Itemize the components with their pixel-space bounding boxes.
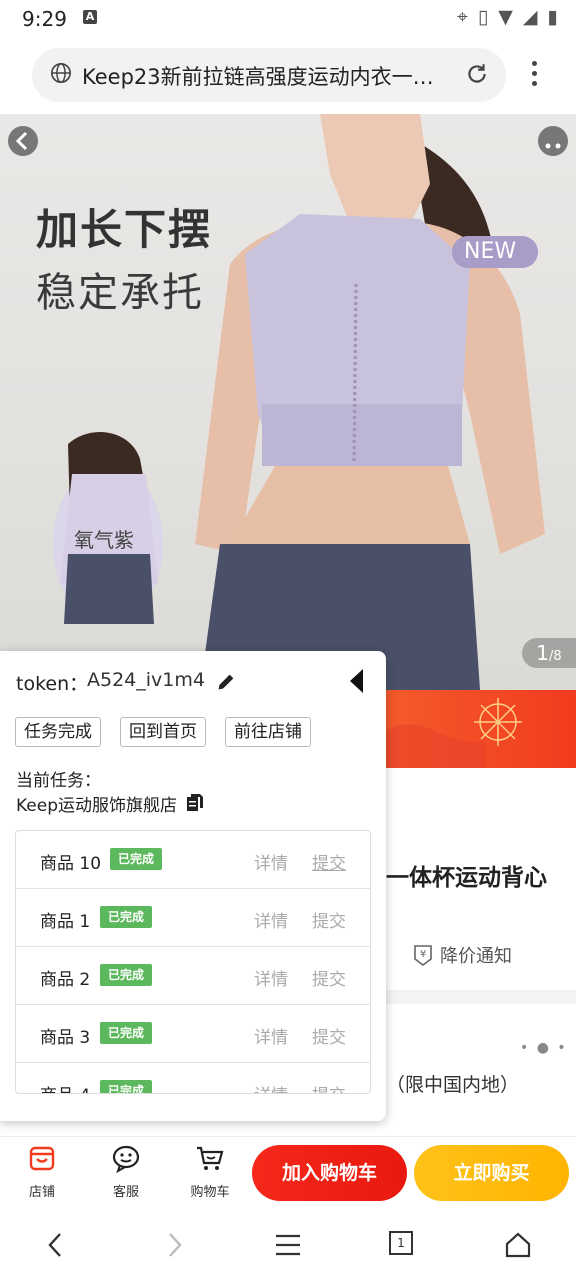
add-to-cart-button[interactable]: 加入购物车 — [252, 1145, 407, 1201]
status-icons: ⌖ ▯ ▼ ◢ ▮ — [457, 6, 558, 28]
status-badge: 已完成 — [100, 906, 153, 928]
firework-decoration — [386, 698, 522, 768]
back-arrow-icon[interactable] — [42, 1230, 70, 1260]
back-button[interactable] — [8, 126, 38, 156]
shop-label: 店铺 — [28, 1185, 55, 1200]
detail-link[interactable]: 详情 — [254, 1023, 288, 1048]
url-bar[interactable]: Keep23新前拉链高强度运动内衣一体杯运动背心 — [32, 48, 506, 102]
list-item: 商品 2 已完成 详情 提交 — [16, 947, 370, 1005]
list-item: 商品 3 已完成 详情 提交 — [16, 1005, 370, 1063]
service-label: 客服 — [112, 1185, 139, 1200]
shipping-fragment: （限中国内地） — [386, 1074, 520, 1096]
submit-link[interactable]: 提交 — [312, 965, 346, 990]
detail-link[interactable]: 详情 — [254, 907, 288, 932]
new-badge: NEW — [452, 236, 538, 268]
battery-icon: ▮ — [547, 6, 558, 28]
submit-link[interactable]: 提交 — [312, 1081, 346, 1093]
detail-link[interactable]: 详情 — [254, 1081, 288, 1093]
price-alert-button[interactable]: ¥ 降价通知 — [412, 942, 512, 968]
price-alert-label: 降价通知 — [440, 946, 512, 967]
task-complete-button[interactable]: 任务完成 — [15, 717, 101, 747]
customer-service-button[interactable]: 客服 — [96, 1143, 156, 1200]
item-name: 商品 3 — [40, 1028, 91, 1048]
browser-nav-bar: 1 — [0, 1212, 576, 1280]
task-panel: token： A524_iv1m4 任务完成 回到首页 前往店铺 当前任务： K… — [0, 651, 386, 1121]
status-bar: 9:29 A ⌖ ▯ ▼ ◢ ▮ — [0, 0, 576, 38]
status-time: 9:29 — [22, 7, 67, 31]
notification-icon: A — [83, 10, 97, 24]
hero-headline-1: 加长下摆 — [36, 205, 213, 254]
product-image[interactable]: 加长下摆 稳定承托 氧气紫 NEW 1/8 — [0, 114, 576, 690]
token-label: token： — [16, 673, 89, 695]
detail-link[interactable]: 详情 — [254, 965, 288, 990]
product-title-fragment: 一体杯运动背心 — [386, 865, 547, 891]
color-name-label: 氧气紫 — [74, 528, 134, 552]
status-badge: 已完成 — [100, 964, 153, 986]
forward-arrow-icon[interactable] — [160, 1230, 188, 1260]
status-badge: 已完成 — [110, 848, 163, 870]
globe-icon — [51, 63, 71, 83]
action-bar: 店铺 客服 购物车 加入购物车 立即购买 — [0, 1136, 576, 1213]
svg-text:¥: ¥ — [420, 949, 426, 960]
collapse-triangle-icon[interactable] — [348, 667, 364, 695]
cart-icon — [197, 1146, 224, 1170]
chat-face-icon — [112, 1145, 140, 1174]
submit-link[interactable]: 提交 — [312, 1023, 346, 1048]
price-tag-icon: ¥ — [414, 945, 432, 966]
home-icon[interactable] — [504, 1230, 532, 1260]
current-task-label: 当前任务： — [16, 771, 101, 791]
wifi-icon: ▼ — [498, 6, 513, 28]
promo-banner — [386, 690, 576, 768]
image-counter-current: 1 — [536, 641, 550, 665]
list-item: 商品 10 已完成 详情 提交 — [16, 831, 370, 889]
image-counter-total: /8 — [549, 649, 562, 664]
menu-kebab-icon[interactable] — [528, 61, 540, 91]
location-icon: ⌖ — [457, 6, 468, 28]
shop-button[interactable]: 店铺 — [12, 1143, 72, 1200]
item-name: 商品 1 — [40, 912, 91, 932]
image-counter: 1/8 — [522, 638, 576, 668]
item-name: 商品 10 — [40, 854, 102, 874]
status-badge: 已完成 — [100, 1080, 153, 1093]
copy-icon[interactable] — [186, 793, 204, 813]
list-item: 商品 4 已完成 详情 提交 — [16, 1063, 370, 1093]
submit-link[interactable]: 提交 — [312, 907, 346, 932]
cart-label: 购物车 — [190, 1185, 230, 1200]
go-to-store-button[interactable]: 前往店铺 — [225, 717, 311, 747]
vibrate-icon: ▯ — [477, 6, 489, 28]
url-text[interactable]: Keep23新前拉链高强度运动内衣一体杯运动背心 — [82, 61, 452, 91]
more-button[interactable] — [538, 126, 568, 156]
chevron-left-icon — [15, 131, 28, 151]
more-dots-icon — [545, 143, 561, 149]
signal-icon: ◢ — [522, 6, 538, 28]
back-home-button[interactable]: 回到首页 — [120, 717, 206, 747]
reload-icon[interactable] — [464, 61, 490, 87]
tabs-count-button[interactable]: 1 — [389, 1231, 413, 1255]
hero-headline-2: 稳定承托 — [36, 270, 204, 316]
hamburger-menu-icon[interactable] — [273, 1230, 303, 1260]
list-item: 商品 1 已完成 详情 提交 — [16, 889, 370, 947]
cart-button[interactable]: 购物车 — [180, 1143, 240, 1200]
section-separator — [386, 990, 576, 1004]
item-name: 商品 4 — [40, 1081, 90, 1093]
product-task-list: 商品 10 已完成 详情 提交 商品 1 已完成 详情 提交 商品 2 已完成 … — [15, 830, 371, 1094]
submit-link[interactable]: 提交 — [312, 849, 346, 874]
status-badge: 已完成 — [100, 1022, 153, 1044]
current-task-name: Keep运动服饰旗舰店 — [16, 796, 178, 816]
token-value: A524_iv1m4 — [87, 669, 205, 691]
buy-now-button[interactable]: 立即购买 — [414, 1145, 569, 1201]
edit-pencil-icon[interactable] — [215, 671, 237, 693]
store-icon — [29, 1146, 55, 1171]
carousel-dots: • ● • — [520, 1040, 568, 1056]
item-name: 商品 2 — [40, 970, 91, 990]
detail-link[interactable]: 详情 — [254, 849, 288, 874]
